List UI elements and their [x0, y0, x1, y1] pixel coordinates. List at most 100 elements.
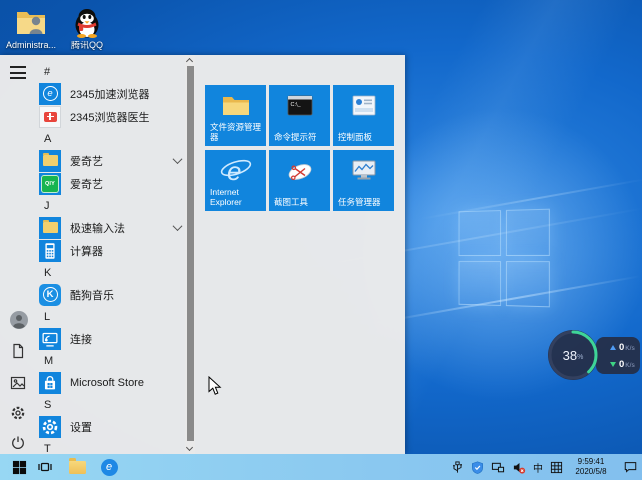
calculator-icon [39, 239, 61, 262]
task-view-icon [38, 462, 52, 472]
desktop-icon-administrator[interactable]: Administra... [0, 6, 62, 51]
user-account-button[interactable] [10, 311, 28, 329]
tile-label: 截图工具 [274, 197, 309, 208]
scrollbar-thumb[interactable] [186, 66, 194, 441]
windows-logo-icon [12, 460, 26, 474]
file-explorer-icon [205, 93, 266, 119]
start-app-2345-browser[interactable]: e 2345加速浏览器 [36, 82, 185, 105]
pictures-button[interactable] [10, 375, 26, 391]
start-app-iqiyi[interactable]: QIY 爱奇艺 [36, 172, 185, 195]
ime-language-indicator[interactable]: 中 [533, 460, 543, 475]
start-app-microsoft-store[interactable]: Microsoft Store [36, 371, 185, 394]
desktop-icon-tencent-qq[interactable]: 腾讯QQ [56, 6, 118, 51]
ime-mode-grid-icon[interactable] [550, 461, 563, 474]
net-speed-widget[interactable]: 0 K/s 0 K/s 38 % [546, 328, 640, 382]
user-folder-icon [0, 6, 62, 38]
app-label: 2345浏览器医生 [70, 111, 150, 124]
kugou-letter: K [42, 287, 58, 302]
start-folder-jisu-ime[interactable]: 极速输入法 [36, 216, 185, 239]
section-header[interactable]: A [36, 128, 185, 149]
start-button[interactable] [8, 454, 30, 480]
section-header-label: T [44, 442, 51, 455]
upload-unit: K/s [625, 344, 635, 352]
network-icon[interactable] [491, 461, 505, 474]
taskbar-clock[interactable]: 9:59:41 2020/5/8 [570, 457, 612, 478]
action-center-icon[interactable] [623, 460, 638, 474]
app-label: 2345加速浏览器 [70, 88, 150, 101]
start-app-settings[interactable]: 设置 [36, 415, 185, 438]
clock-time: 9:59:41 [577, 456, 605, 466]
download-value: 0 [619, 358, 625, 370]
kugou-music-icon: K [39, 283, 61, 306]
section-header[interactable]: T [36, 438, 185, 455]
documents-button[interactable] [10, 343, 26, 359]
section-header[interactable]: K [36, 262, 185, 283]
tile-internet-explorer[interactable]: e Internet Explorer [205, 150, 266, 211]
hamburger-icon [10, 66, 26, 68]
section-header[interactable]: S [36, 394, 185, 415]
security-shield-icon[interactable] [471, 460, 484, 474]
tile-snipping-tool[interactable]: 截图工具 [269, 150, 330, 211]
pictures-icon [10, 376, 26, 390]
taskbar: e 中 9:59:41 2020/5/8 [0, 454, 642, 480]
clock-date: 2020/5/8 [575, 467, 607, 476]
volume-muted-icon[interactable] [512, 461, 526, 474]
start-app-kugou[interactable]: K 酷狗音乐 [36, 283, 185, 306]
start-app-calculator[interactable]: 计算器 [36, 239, 185, 262]
hamburger-icon [10, 71, 26, 74]
usb-device-icon[interactable] [451, 460, 464, 474]
chevron-down-icon[interactable] [172, 154, 183, 165]
wallpaper-logo-pane [505, 260, 550, 308]
download-unit: K/s [625, 361, 635, 369]
section-header[interactable]: L [36, 306, 185, 327]
section-header-label: M [44, 354, 54, 367]
tile-command-prompt[interactable]: C:\_ 命令提示符 [269, 85, 330, 146]
browser-letter: e [42, 86, 58, 101]
2345-browser-icon: e [39, 82, 61, 105]
power-button[interactable] [10, 435, 26, 451]
settings-gear-icon [39, 415, 61, 438]
mouse-cursor [208, 376, 222, 395]
section-header[interactable]: M [36, 350, 185, 371]
scroll-up-arrow-icon[interactable] [185, 57, 194, 66]
app-label: 酷狗音乐 [70, 289, 114, 302]
tile-task-manager[interactable]: 任务管理器 [333, 150, 394, 211]
section-header[interactable]: # [36, 61, 185, 82]
command-prompt-icon: C:\_ [269, 93, 330, 119]
section-header-label: S [44, 398, 52, 411]
first-aid-kit-icon [39, 105, 61, 128]
browser-e-icon: e [100, 458, 118, 476]
scroll-down-arrow-icon[interactable] [185, 443, 194, 452]
start-app-connect[interactable]: 连接 [36, 327, 185, 350]
chevron-down-icon[interactable] [172, 221, 183, 232]
app-list-scrollbar[interactable] [185, 55, 195, 454]
tile-label: 文件资源管理器 [210, 122, 262, 143]
start-app-2345-doctor[interactable]: 2345浏览器医生 [36, 105, 185, 128]
folder-icon [68, 457, 86, 474]
expand-menu-button[interactable] [10, 66, 26, 82]
app-label: 设置 [70, 421, 92, 434]
start-folder-iqiyi[interactable]: 爱奇艺 [36, 149, 185, 172]
settings-button[interactable] [10, 405, 26, 421]
section-header[interactable]: J [36, 195, 185, 216]
tile-file-explorer[interactable]: 文件资源管理器 [205, 85, 266, 146]
net-speed-panel: 0 K/s 0 K/s [596, 337, 640, 374]
iqiyi-logo-text: QIY [41, 174, 59, 193]
app-folder-icon [39, 149, 61, 172]
file-explorer-taskbar-button[interactable] [66, 454, 88, 480]
connect-icon [39, 327, 61, 350]
qq-penguin-icon [56, 6, 118, 38]
user-avatar-icon [10, 311, 28, 329]
microsoft-store-icon [39, 371, 61, 394]
memory-percent-ball[interactable]: 38 % [546, 328, 600, 382]
gear-icon [11, 406, 25, 420]
tile-control-panel[interactable]: 控制面板 [333, 85, 394, 146]
download-speed-row: 0 K/s [610, 356, 640, 373]
folder-icon [42, 152, 58, 166]
section-header-label: L [44, 310, 51, 323]
hamburger-icon [10, 77, 26, 79]
task-view-button[interactable] [34, 454, 56, 480]
percent-value: 38 [562, 347, 578, 363]
red-cross-icon [43, 111, 57, 122]
browser-taskbar-button[interactable]: e [98, 454, 120, 480]
